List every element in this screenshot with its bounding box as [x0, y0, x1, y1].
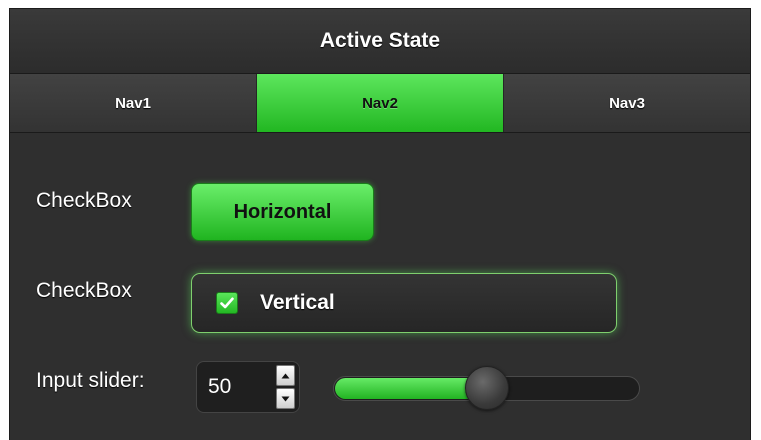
nav-tab-2[interactable]: Nav2 [257, 74, 504, 132]
spinner-up-button[interactable] [276, 365, 295, 386]
horizontal-button[interactable]: Horizontal [191, 183, 374, 241]
nav-bar: Nav1 Nav2 Nav3 [10, 74, 750, 133]
horizontal-button-label: Horizontal [233, 200, 332, 223]
nav-tab-1[interactable]: Nav1 [10, 74, 257, 132]
slider-thumb[interactable] [464, 366, 509, 410]
arrow-down-icon [281, 396, 290, 401]
slider-track[interactable] [333, 366, 640, 410]
vertical-checkbox-button[interactable]: Vertical [191, 273, 617, 333]
checkbox-label-2: CheckBox [36, 279, 132, 302]
nav-tab-2-label: Nav2 [362, 94, 398, 112]
nav-tab-1-label: Nav1 [115, 94, 151, 112]
checkbox-label-1: CheckBox [36, 189, 132, 212]
nav-tab-3[interactable]: Nav3 [504, 74, 750, 132]
checkmark-icon [220, 297, 234, 309]
arrow-up-icon [281, 373, 290, 378]
input-slider-label: Input slider: [36, 369, 145, 392]
slider-fill [335, 378, 487, 399]
app-window: Active State Nav1 Nav2 Nav3 CheckBox Hor… [9, 8, 751, 440]
nav-tab-3-label: Nav3 [609, 94, 645, 112]
number-spinner [196, 361, 300, 413]
vertical-checkbox-label: Vertical [260, 291, 335, 314]
spinner-down-button[interactable] [276, 388, 295, 409]
spinner-buttons [276, 365, 295, 409]
checkbox-checked[interactable] [216, 292, 238, 314]
page-title-text: Active State [319, 29, 441, 52]
page-title: Active State [10, 9, 750, 74]
number-input[interactable] [197, 362, 273, 412]
